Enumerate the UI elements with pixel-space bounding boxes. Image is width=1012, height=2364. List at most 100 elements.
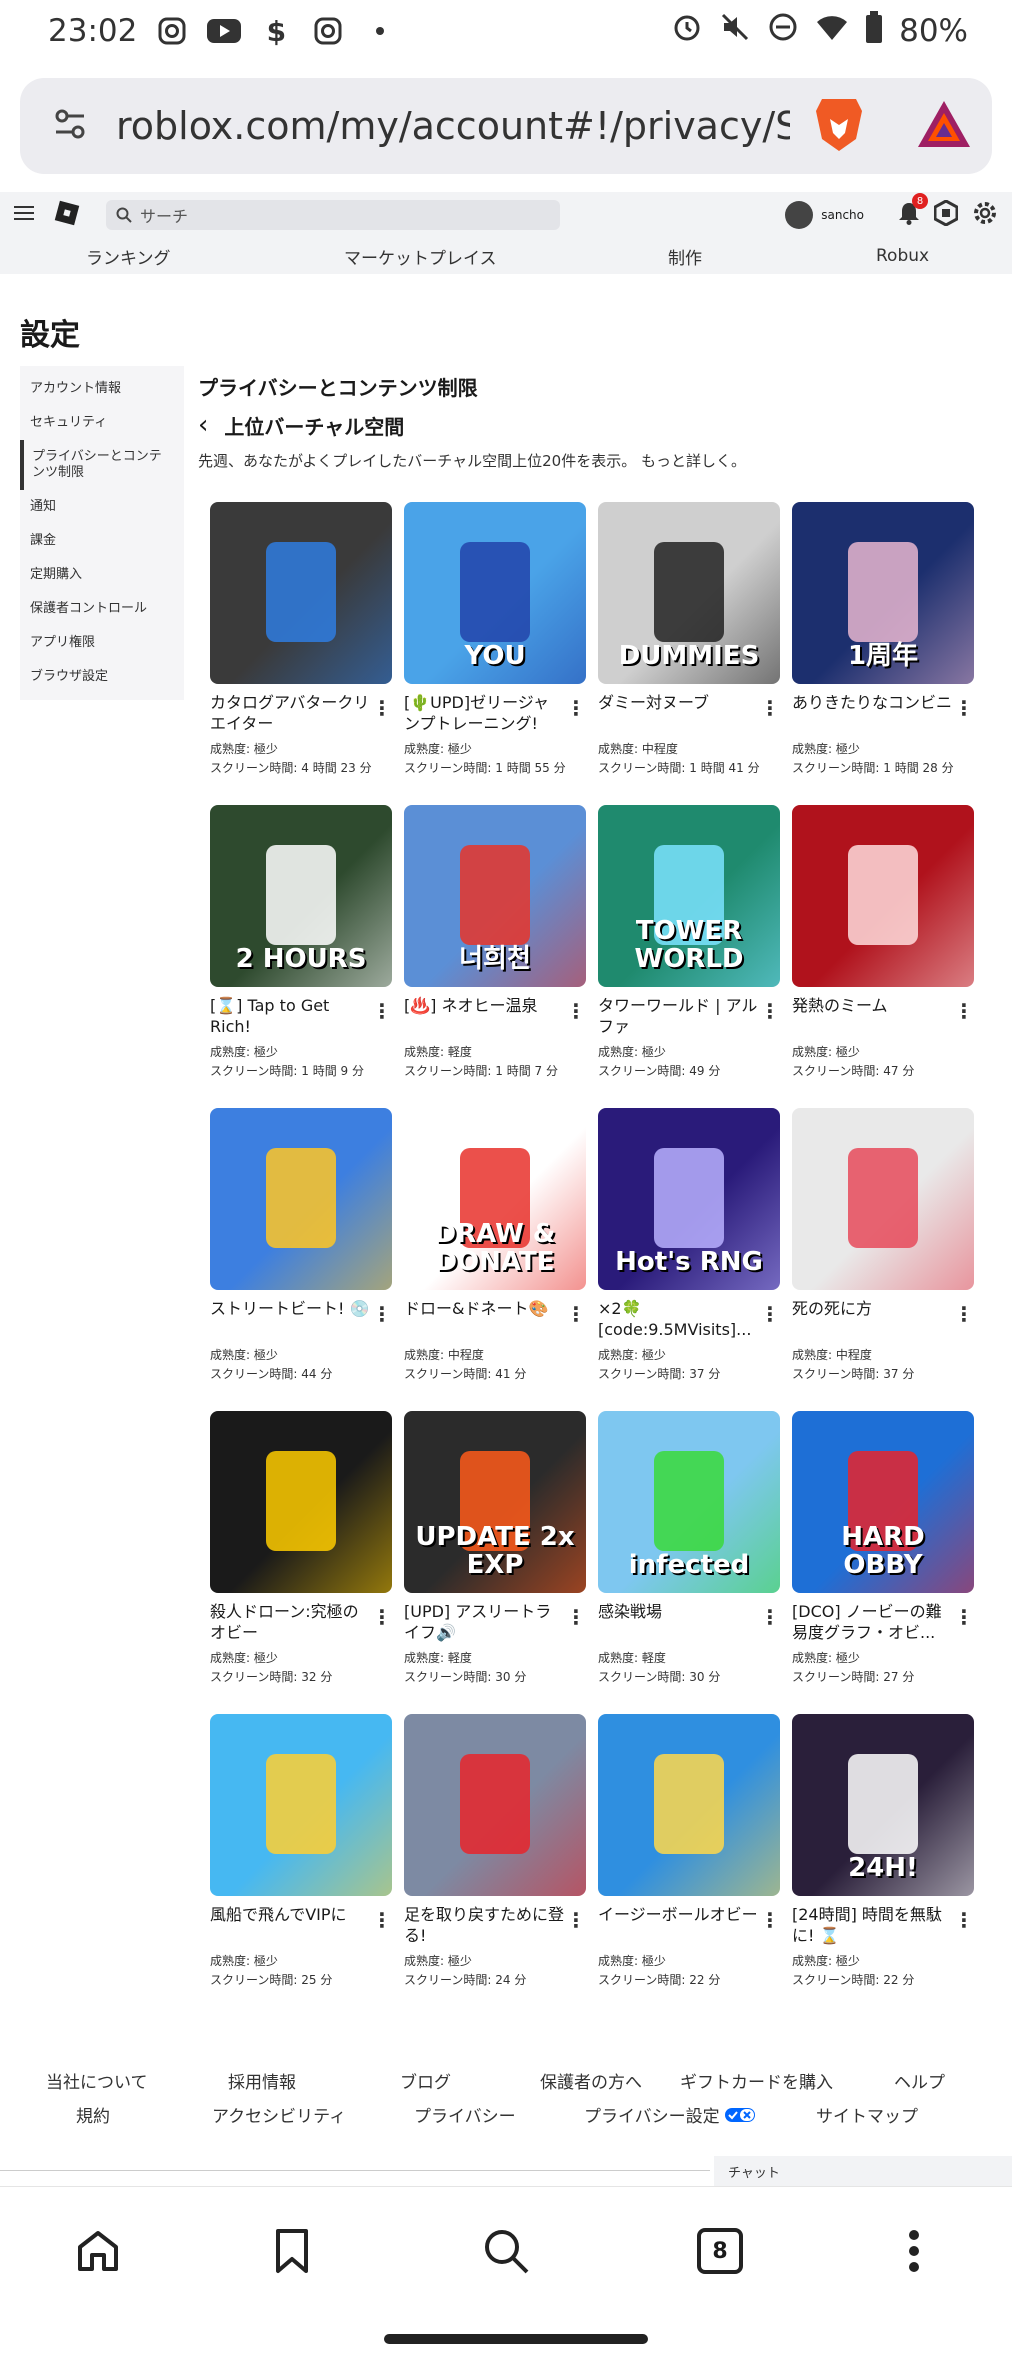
footer-link-about[interactable]: 当社について [46, 2068, 148, 2093]
nav-ranking[interactable]: ランキング [86, 244, 171, 269]
bookmark-icon[interactable] [262, 2221, 322, 2281]
tabs-button[interactable]: 8 [690, 2221, 750, 2281]
footer-link-privacy[interactable]: プライバシー [414, 2102, 516, 2127]
more-options-icon[interactable]: ⋮ [954, 1605, 974, 1629]
more-options-icon[interactable]: ⋮ [760, 999, 780, 1023]
nav-marketplace[interactable]: マーケットプレイス [344, 244, 497, 269]
more-options-icon[interactable]: ⋮ [566, 1605, 586, 1629]
more-options-icon[interactable]: ⋮ [954, 1908, 974, 1932]
sidebar-item-subscriptions[interactable]: 定期購入 [20, 558, 184, 592]
game-thumbnail[interactable] [210, 1108, 392, 1290]
game-thumbnail[interactable]: TOWER WORLD [598, 805, 780, 987]
game-title[interactable]: [DCO] ノービーの難易度グラフ・オビ... [792, 1601, 952, 1645]
game-thumbnail[interactable] [404, 1714, 586, 1896]
game-card[interactable]: カタログアバタークリエイター ⋮ 成熟度: 極少 スクリーン時間: 4 時間 23 分 [210, 502, 392, 778]
game-thumbnail[interactable] [210, 1411, 392, 1593]
game-title[interactable]: 発熱のミーム [792, 995, 952, 1039]
back-chevron-icon[interactable]: ‹ [198, 410, 208, 440]
footer-link-parents[interactable]: 保護者の方へ [540, 2068, 642, 2093]
game-title[interactable]: ドロー&ドネート🎨 [404, 1298, 564, 1342]
game-card[interactable]: 2 HOURS [⌛] Tap to Get Rich! ⋮ 成熟度: 極少 スクリーン… [210, 805, 392, 1081]
footer-link-sitemap[interactable]: サイトマップ [816, 2102, 918, 2127]
game-title[interactable]: [♨️] ネオヒー温泉 [404, 995, 564, 1039]
game-card[interactable]: 発熱のミーム ⋮ 成熟度: 極少 スクリーン時間: 47 分 [792, 805, 974, 1081]
game-card[interactable]: YOU [🌵UPD]ゼリージャンプトレーニング! ⋮ 成熟度: 極少 スクリーン時間: … [404, 502, 586, 778]
game-title[interactable]: [24時間] 時間を無駄に! ⌛ [792, 1904, 952, 1948]
menu-icon[interactable] [14, 205, 34, 225]
game-card[interactable]: HARD OBBY [DCO] ノービーの難易度グラフ・オビ... ⋮ 成熟度: 極少… [792, 1411, 974, 1687]
game-title[interactable]: [⌛] Tap to Get Rich! [210, 995, 370, 1039]
game-card[interactable]: 1周年 ありきたりなコンビニ ⋮ 成熟度: 極少 スクリーン時間: 1 時間 28 分 [792, 502, 974, 778]
username[interactable]: sancho [821, 208, 864, 222]
sidebar-item-privacy[interactable]: プライバシーとコンテンツ制限 [20, 440, 184, 490]
game-thumbnail[interactable] [210, 1714, 392, 1896]
game-card[interactable]: TOWER WORLD タワーワールド | アルファ ⋮ 成熟度: 極少 スクリーン時間… [598, 805, 780, 1081]
more-options-icon[interactable]: ⋮ [566, 999, 586, 1023]
more-options-icon[interactable]: ⋮ [954, 1302, 974, 1326]
game-card[interactable]: ストリートビート! 💿 ⋮ 成熟度: 極少 スクリーン時間: 44 分 [210, 1108, 392, 1384]
more-options-icon[interactable]: ⋮ [372, 1605, 392, 1629]
avatar[interactable] [785, 201, 814, 229]
footer-link-accessibility[interactable]: アクセシビリティ [212, 2102, 346, 2127]
bat-rewards-icon[interactable] [916, 99, 972, 153]
url-bar[interactable]: roblox.com/my/account#!/privacy/Scre [20, 78, 992, 174]
robux-icon[interactable] [933, 199, 959, 230]
footer-link-blog[interactable]: ブログ [400, 2068, 451, 2093]
more-menu-icon[interactable] [884, 2221, 944, 2281]
game-thumbnail[interactable]: 24H! [792, 1714, 974, 1896]
game-thumbnail[interactable] [792, 805, 974, 987]
more-options-icon[interactable]: ⋮ [760, 1302, 780, 1326]
game-title[interactable]: ×2🍀 [code:9.5MVisits]... [598, 1298, 758, 1342]
sidebar-item-security[interactable]: セキュリティ [20, 406, 184, 440]
footer-link-jobs[interactable]: 採用情報 [228, 2068, 296, 2093]
game-card[interactable]: UPDATE 2x EXP [UPD] アスリートライフ🔊 ⋮ 成熟度: 軽度 スクリー… [404, 1411, 586, 1687]
more-options-icon[interactable]: ⋮ [760, 1908, 780, 1932]
gear-icon[interactable] [972, 200, 998, 230]
game-title[interactable]: 殺人ドローン:究極のオビー [210, 1601, 370, 1645]
game-title[interactable]: ありきたりなコンビニ [792, 692, 952, 736]
brave-shield-icon[interactable] [812, 95, 866, 157]
game-thumbnail[interactable]: 너희천 [404, 805, 586, 987]
nav-robux[interactable]: Robux [876, 246, 929, 266]
game-title[interactable]: 感染戦場 [598, 1601, 758, 1645]
game-card[interactable]: 足を取り戻すために登る! ⋮ 成熟度: 極少 スクリーン時間: 24 分 [404, 1714, 586, 1990]
more-options-icon[interactable]: ⋮ [954, 999, 974, 1023]
sidebar-item-account[interactable]: アカウント情報 [20, 372, 184, 406]
game-thumbnail[interactable]: HARD OBBY [792, 1411, 974, 1593]
game-title[interactable]: [UPD] アスリートライフ🔊 [404, 1601, 564, 1645]
sidebar-item-notifications[interactable]: 通知 [20, 490, 184, 524]
more-options-icon[interactable]: ⋮ [566, 696, 586, 720]
game-thumbnail[interactable] [598, 1714, 780, 1896]
site-settings-icon[interactable] [50, 104, 90, 148]
more-options-icon[interactable]: ⋮ [954, 696, 974, 720]
sidebar-item-app-permissions[interactable]: アプリ権限 [20, 626, 184, 660]
game-title[interactable]: カタログアバタークリエイター [210, 692, 370, 736]
game-card[interactable]: 風船で飛んでVIPに ⋮ 成熟度: 極少 スクリーン時間: 25 分 [210, 1714, 392, 1990]
game-thumbnail[interactable]: infected [598, 1411, 780, 1593]
game-thumbnail[interactable]: 1周年 [792, 502, 974, 684]
game-thumbnail[interactable]: DRAW & DONATE [404, 1108, 586, 1290]
game-thumbnail[interactable]: 2 HOURS [210, 805, 392, 987]
game-title[interactable]: ダミー対ヌーブ [598, 692, 758, 736]
more-options-icon[interactable]: ⋮ [760, 696, 780, 720]
game-title[interactable]: 死の死に方 [792, 1298, 952, 1342]
url-text[interactable]: roblox.com/my/account#!/privacy/Scre [116, 104, 790, 148]
more-options-icon[interactable]: ⋮ [566, 1302, 586, 1326]
game-card[interactable]: 死の死に方 ⋮ 成熟度: 中程度 スクリーン時間: 37 分 [792, 1108, 974, 1384]
sidebar-item-browser-settings[interactable]: ブラウザ設定 [20, 660, 184, 694]
game-title[interactable]: イージーボールオビー [598, 1904, 758, 1948]
footer-link-help[interactable]: ヘルプ [894, 2068, 945, 2093]
game-thumbnail[interactable]: DUMMIES [598, 502, 780, 684]
game-title[interactable]: 足を取り戻すために登る! [404, 1904, 564, 1948]
game-card[interactable]: 너희천 [♨️] ネオヒー温泉 ⋮ 成熟度: 軽度 スクリーン時間: 1 時間 7 分 [404, 805, 586, 1081]
roblox-logo-icon[interactable] [52, 198, 82, 232]
more-options-icon[interactable]: ⋮ [566, 1908, 586, 1932]
game-title[interactable]: ストリートビート! 💿 [210, 1298, 370, 1342]
search-icon[interactable] [476, 2221, 536, 2281]
game-thumbnail[interactable]: Hot's RNG [598, 1108, 780, 1290]
more-options-icon[interactable]: ⋮ [372, 1908, 392, 1932]
game-thumbnail[interactable] [792, 1108, 974, 1290]
home-icon[interactable] [68, 2221, 128, 2281]
footer-link-gift-cards[interactable]: ギフトカードを購入 [680, 2068, 833, 2093]
game-title[interactable]: [🌵UPD]ゼリージャンプトレーニング! [404, 692, 564, 736]
